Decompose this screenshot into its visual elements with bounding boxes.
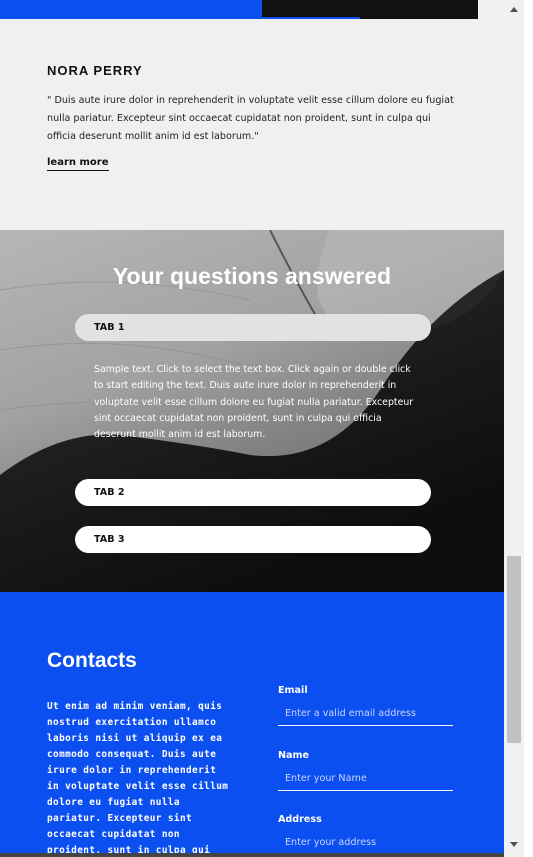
scroll-down-arrow-icon[interactable] (504, 835, 524, 853)
vertical-scrollbar[interactable] (504, 0, 524, 857)
email-field[interactable] (278, 702, 453, 726)
testimonial-quote: " Duis aute irure dolor in reprehenderit… (47, 95, 454, 142)
faq-title: Your questions answered (112, 263, 392, 289)
tab-3[interactable]: TAB 3 (75, 526, 431, 553)
page: NORA PERRY " Duis aute irure dolor in re… (0, 0, 504, 857)
contacts-text: Ut enim ad minim veniam, quis nostrud ex… (47, 701, 229, 856)
previous-section-strip (0, 0, 504, 20)
tab-3-label: TAB 3 (94, 534, 125, 545)
dark-image-block (262, 0, 478, 19)
address-label: Address (278, 814, 322, 825)
testimonial-section: NORA PERRY " Duis aute irure dolor in re… (0, 20, 504, 230)
tab-1-content: Sample text. Click to select the text bo… (94, 364, 414, 441)
contacts-section: Contacts Ut enim ad minim veniam, quis n… (0, 592, 504, 857)
email-label: Email (278, 685, 308, 696)
name-field[interactable] (278, 767, 453, 791)
accent-line (262, 17, 360, 19)
faq-section: Your questions answered TAB 1 Sample tex… (0, 230, 504, 592)
blue-block (0, 0, 262, 19)
window-gutter (524, 0, 533, 857)
learn-more-link[interactable]: learn more (47, 157, 109, 171)
testimonial-name: NORA PERRY (47, 63, 143, 78)
tab-2-label: TAB 2 (94, 487, 125, 498)
tab-2[interactable]: TAB 2 (75, 479, 431, 506)
tab-1[interactable]: TAB 1 (75, 314, 431, 341)
bottom-edge (0, 853, 504, 857)
address-field[interactable] (278, 831, 453, 855)
tab-1-label: TAB 1 (94, 322, 125, 333)
scrollbar-thumb[interactable] (507, 556, 521, 743)
name-label: Name (278, 750, 310, 761)
contacts-title: Contacts (47, 649, 137, 672)
scroll-up-arrow-icon[interactable] (504, 0, 524, 18)
